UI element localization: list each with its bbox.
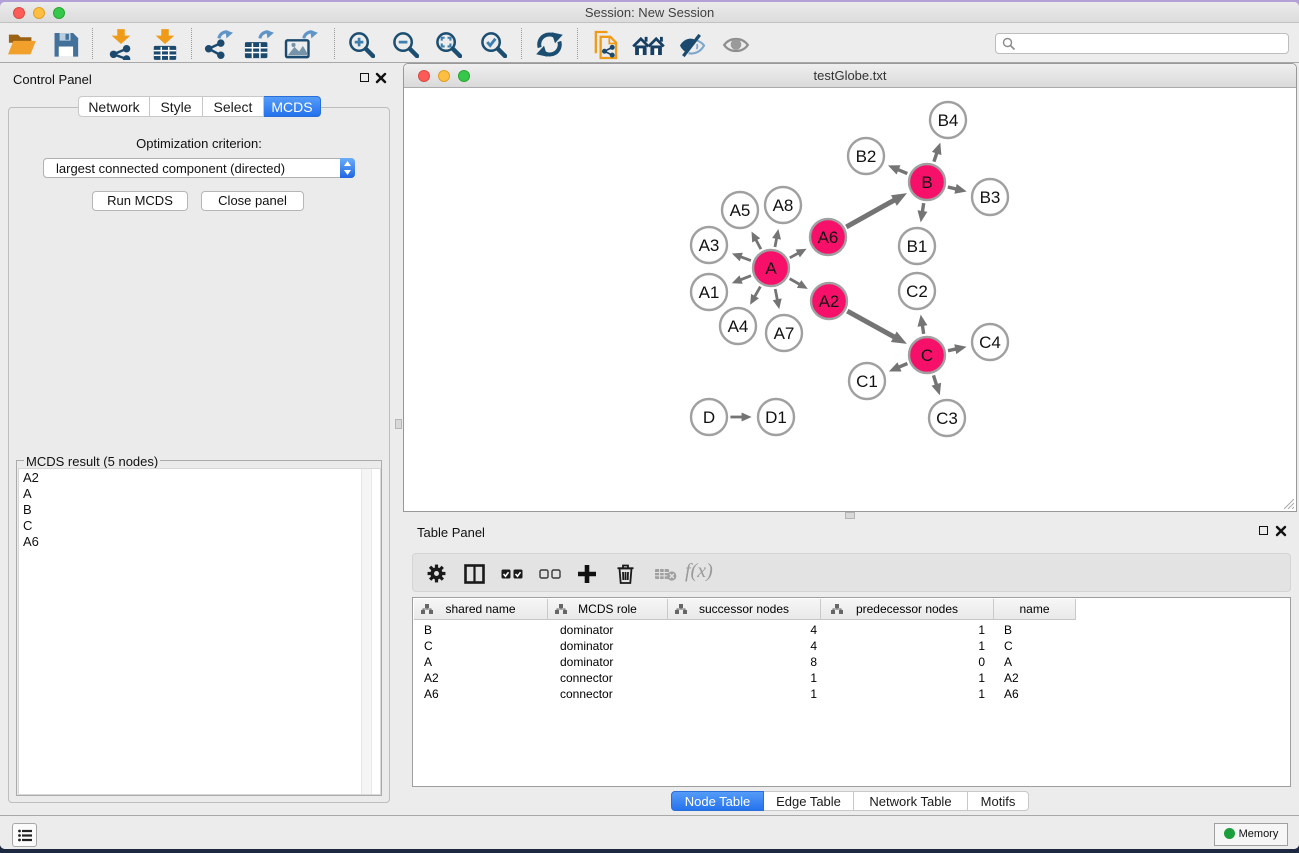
- svg-text:B2: B2: [856, 147, 877, 166]
- svg-text:C2: C2: [906, 282, 928, 301]
- svg-text:C4: C4: [979, 333, 1001, 352]
- svg-text:C3: C3: [936, 409, 958, 428]
- svg-text:A3: A3: [699, 236, 720, 255]
- svg-text:D: D: [703, 408, 715, 427]
- svg-text:A2: A2: [819, 292, 840, 311]
- svg-text:A1: A1: [699, 283, 720, 302]
- svg-text:A7: A7: [774, 324, 795, 343]
- svg-text:B: B: [921, 173, 932, 192]
- svg-text:A6: A6: [818, 228, 839, 247]
- svg-text:B1: B1: [907, 237, 928, 256]
- svg-text:D1: D1: [765, 408, 787, 427]
- svg-text:B3: B3: [980, 188, 1001, 207]
- svg-text:A: A: [765, 259, 777, 278]
- svg-text:C: C: [921, 346, 933, 365]
- svg-text:C1: C1: [856, 372, 878, 391]
- svg-text:A4: A4: [728, 317, 749, 336]
- svg-text:A8: A8: [773, 196, 794, 215]
- svg-text:B4: B4: [938, 111, 959, 130]
- svg-text:A5: A5: [730, 201, 751, 220]
